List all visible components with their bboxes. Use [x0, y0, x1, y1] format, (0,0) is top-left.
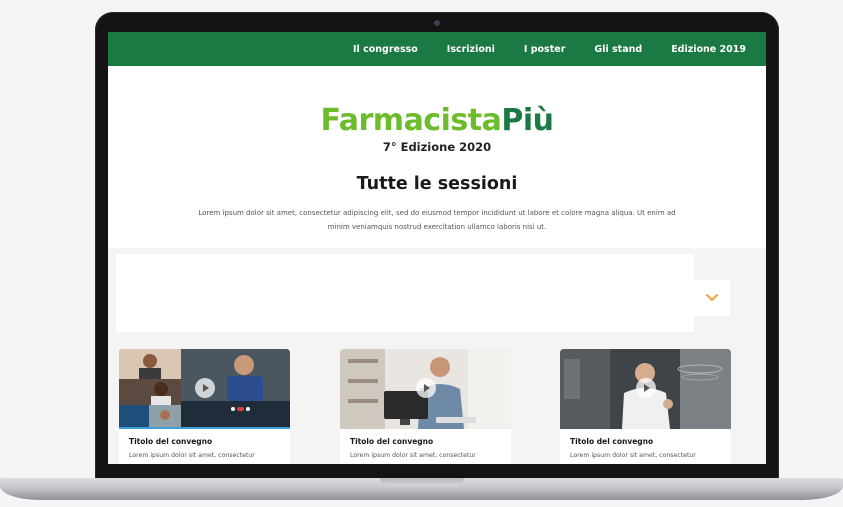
laptop-base-notch: [380, 478, 464, 486]
session-card[interactable]: Titolo del convegno Lorem ipsum dolor si…: [560, 349, 731, 464]
site-logo[interactable]: FarmacistaPiù: [108, 106, 766, 136]
edition-label: 7° Edizione 2020: [382, 140, 492, 154]
nav-item-il-congresso[interactable]: Il congresso: [353, 44, 418, 55]
intro-paragraph: Lorem ipsum dolor sit amet, consectetur …: [198, 209, 676, 231]
laptop-screen: Il congresso Iscrizioni I poster Gli sta…: [108, 32, 766, 464]
session-card[interactable]: Titolo del convegno Lorem ipsum dolor si…: [340, 349, 511, 464]
card-title: Titolo del convegno: [129, 437, 213, 446]
session-card[interactable]: Titolo del convegno Lorem ipsum dolor si…: [119, 349, 290, 464]
sessions-area: Titolo del convegno Lorem ipsum dolor si…: [108, 248, 766, 464]
logo-text-farmacista: Farmacista: [320, 103, 502, 138]
filter-panel[interactable]: [116, 254, 694, 332]
video-thumbnail[interactable]: [560, 349, 731, 429]
logo-text-piu: Più: [501, 103, 554, 138]
filter-dropdown-button[interactable]: [694, 280, 730, 316]
page-title: Tutte le sessioni: [356, 174, 518, 194]
card-title: Titolo del convegno: [570, 437, 654, 446]
nav-item-i-poster[interactable]: I poster: [524, 44, 566, 55]
video-thumbnail[interactable]: [340, 349, 511, 429]
card-description: Lorem ipsum dolor sit amet, consectetur: [129, 452, 255, 459]
hero-section: FarmacistaPiù 7° Edizione 2020 Tutte le …: [108, 106, 766, 234]
play-icon[interactable]: [636, 378, 656, 398]
play-icon[interactable]: [416, 378, 436, 398]
chevron-down-icon: [706, 294, 718, 301]
nav-item-iscrizioni[interactable]: Iscrizioni: [447, 44, 495, 55]
play-icon[interactable]: [195, 378, 215, 398]
card-title: Titolo del convegno: [350, 437, 434, 446]
top-navbar: Il congresso Iscrizioni I poster Gli sta…: [108, 32, 766, 66]
video-thumbnail[interactable]: [119, 349, 290, 429]
card-description: Lorem ipsum dolor sit amet, consectetur: [350, 452, 476, 459]
nav-item-edizione-2019[interactable]: Edizione 2019: [671, 44, 746, 55]
nav-item-gli-stand[interactable]: Gli stand: [594, 44, 642, 55]
camera-dot: [434, 20, 440, 26]
card-description: Lorem ipsum dolor sit amet, consectetur: [570, 452, 696, 459]
